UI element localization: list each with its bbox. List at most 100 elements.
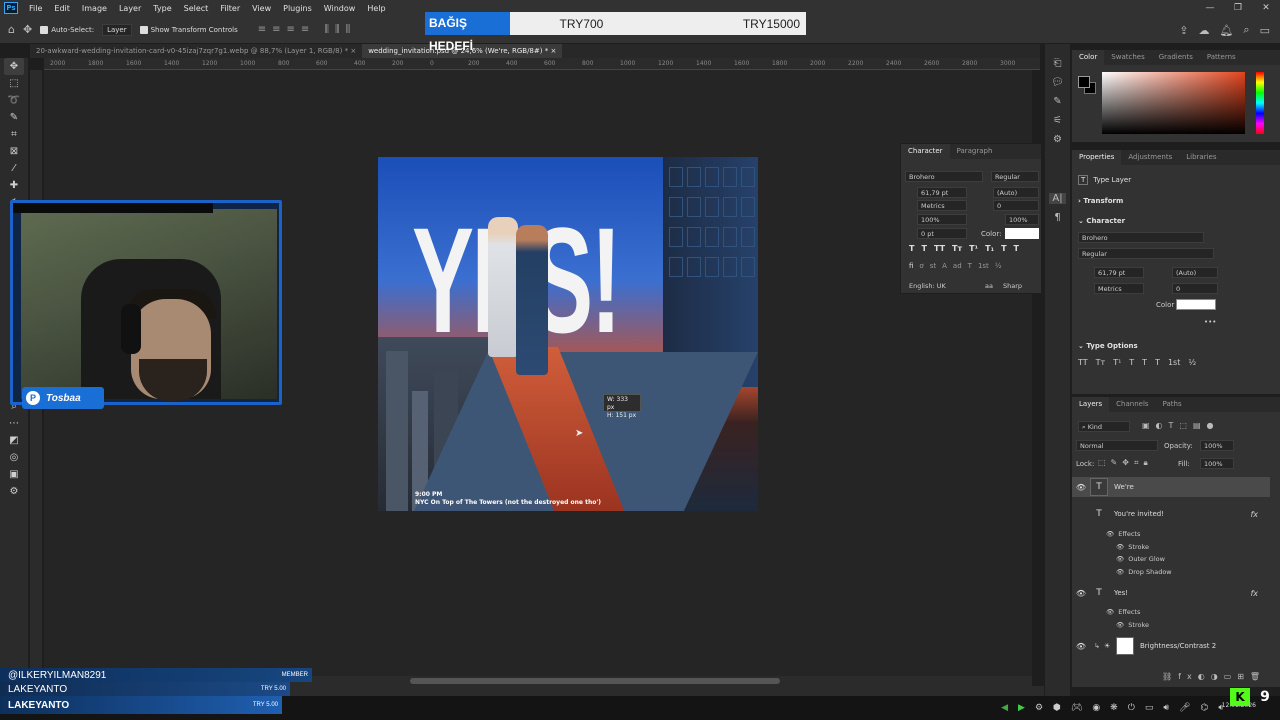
all-caps-button[interactable]: TT [934, 244, 945, 253]
frame-tool-icon[interactable]: ⊠ [4, 143, 24, 160]
kerning-field[interactable]: Metrics [1094, 283, 1144, 294]
tab-patterns[interactable]: Patterns [1200, 50, 1243, 65]
color-swatches-icon[interactable]: ◩ [4, 432, 24, 449]
tray-icon[interactable]: 🎮︎ [1071, 703, 1082, 713]
fx-icon[interactable]: fx [1250, 589, 1258, 598]
menu-window[interactable]: Window [318, 4, 362, 13]
opentype-button[interactable]: st [930, 262, 936, 270]
faux-bold-button[interactable]: T [909, 244, 914, 253]
close-button[interactable]: ✕ [1252, 0, 1280, 16]
antialias-select[interactable]: Sharp [1003, 282, 1022, 290]
tab-adjustments[interactable]: Adjustments [1121, 150, 1179, 165]
character-section[interactable]: ⌄ Character [1078, 217, 1125, 225]
network-icon[interactable]: ▭ [1145, 703, 1154, 713]
tab-channels[interactable]: Channels [1109, 397, 1155, 412]
scroll-thumb[interactable] [410, 678, 780, 684]
menu-file[interactable]: File [23, 4, 48, 13]
ligature-button[interactable]: fi [909, 262, 913, 270]
wifi-icon[interactable]: ⌬ [1200, 703, 1208, 713]
tray-icon[interactable]: ⬢ [1053, 703, 1061, 713]
visibility-eye-icon[interactable]: 👁︎ [1072, 642, 1090, 651]
language-select[interactable]: English: UK [909, 282, 946, 290]
document-canvas[interactable]: YES! 9:00 PM NYC On Top of The Towers (n… [378, 157, 758, 511]
menu-layer[interactable]: Layer [113, 4, 147, 13]
type-option-button[interactable]: ½ [1188, 358, 1196, 367]
text-color-swatch[interactable] [1176, 299, 1216, 310]
home-icon[interactable]: ⌂ [8, 23, 15, 36]
menu-plugins[interactable]: Plugins [277, 4, 318, 13]
search-icon[interactable]: ⌕ [1243, 23, 1249, 37]
paragraph-icon[interactable]: ¶ [1054, 212, 1060, 223]
type-option-button[interactable]: Tт [1096, 358, 1106, 367]
history-icon[interactable]: ⎗ [1054, 58, 1062, 69]
cloud-icon[interactable]: ☁ [1198, 24, 1209, 37]
layer-row-were[interactable]: 👁︎ T We're [1072, 477, 1270, 497]
opentype-button[interactable]: 1st [978, 262, 989, 270]
menu-edit[interactable]: Edit [48, 4, 76, 13]
effect-row[interactable]: 👁︎ Stroke [1116, 543, 1149, 551]
char-size-field[interactable]: 61,79 pt [917, 187, 967, 198]
workspace-icon[interactable]: ▭ [1260, 24, 1270, 37]
layer-row-brightness-contrast[interactable]: 👁︎ ↳ ☀ Brightness/Contrast 2 [1072, 636, 1270, 656]
opentype-button[interactable]: A [942, 262, 947, 270]
lasso-tool-icon[interactable]: ➰ [4, 92, 24, 109]
type-option-button[interactable]: T [1155, 358, 1160, 367]
opentype-button[interactable]: ơ [919, 262, 923, 270]
effect-eye-icon[interactable]: 👁︎ [1116, 555, 1124, 563]
opentype-button[interactable]: ad [953, 262, 962, 270]
char-leading-field[interactable]: (Auto) [993, 187, 1039, 198]
transform-section[interactable]: › Transform [1078, 197, 1123, 205]
tray-icon[interactable]: ◀ [1001, 703, 1008, 713]
fill-field[interactable]: 100% [1200, 458, 1234, 469]
effect-eye-icon[interactable]: 👁︎ [1106, 530, 1114, 538]
type-option-button[interactable]: T¹ [1113, 358, 1121, 367]
layer-row-yes[interactable]: 👁︎ T Yes! fx [1072, 583, 1270, 603]
underline-button[interactable]: T [1001, 244, 1006, 253]
small-caps-button[interactable]: Tт [952, 244, 962, 253]
char-font-select[interactable]: Brohero [905, 171, 983, 182]
effect-row[interactable]: 👁︎ Drop Shadow [1116, 568, 1172, 576]
microphone-icon[interactable]: 🎤︎ [1179, 703, 1190, 713]
char-style-select[interactable]: Regular [991, 171, 1039, 182]
blend-mode-select[interactable]: Normal [1076, 440, 1158, 451]
share-icon[interactable]: ⇪ [1179, 24, 1188, 37]
screen-mode-icon[interactable]: ▣ [4, 466, 24, 483]
options-icon[interactable]: ⚙ [1053, 134, 1062, 145]
type-option-button[interactable]: TT [1078, 358, 1088, 367]
menu-select[interactable]: Select [178, 4, 215, 13]
quick-mask-icon[interactable]: ◎ [4, 449, 24, 466]
tab-layers[interactable]: Layers [1072, 397, 1110, 412]
volume-icon[interactable]: 🔊︎ [1163, 703, 1169, 713]
eyedropper-tool-icon[interactable]: ⁄ [4, 160, 24, 177]
subscript-button[interactable]: T₁ [985, 244, 994, 253]
type-options-section[interactable]: ⌄ Type Options [1078, 342, 1138, 350]
menu-help[interactable]: Help [361, 4, 391, 13]
auto-select-checkbox[interactable]: Auto-Select: [40, 25, 94, 34]
visibility-eye-icon[interactable]: 👁︎ [1072, 589, 1090, 598]
layer-action-icons[interactable]: ⛓fx◐◑▭⊞🗑︎ [1162, 672, 1266, 681]
tray-icon[interactable]: ◉ [1092, 703, 1100, 713]
font-family-select[interactable]: Brohero [1078, 232, 1204, 243]
tab-gradients[interactable]: Gradients [1152, 50, 1200, 65]
opacity-field[interactable]: 100% [1200, 440, 1234, 451]
marquee-tool-icon[interactable]: ⬚ [4, 75, 24, 92]
tray-play-icon[interactable]: ▶ [1018, 703, 1025, 713]
fx-icon[interactable]: fx [1250, 510, 1258, 519]
more-options-icon[interactable]: ••• [1204, 318, 1216, 326]
visibility-eye-icon[interactable]: 👁︎ [1072, 510, 1090, 519]
foreground-color-swatch[interactable] [1078, 76, 1090, 88]
crop-tool-icon[interactable]: ⌗ [4, 126, 24, 143]
comments-icon[interactable]: 💬︎ [1051, 77, 1064, 88]
char-baseline-field[interactable]: 0 pt [917, 228, 967, 239]
menu-view[interactable]: View [246, 4, 277, 13]
lock-icons[interactable]: ⬚✎✥⌗🔒︎ [1098, 458, 1153, 468]
char-hscale-field[interactable]: 100% [1005, 214, 1039, 225]
char-tracking-field[interactable]: 0 [993, 200, 1039, 211]
quick-select-tool-icon[interactable]: ✎ [4, 109, 24, 126]
superscript-button[interactable]: T¹ [969, 244, 978, 253]
font-size-field[interactable]: 61,79 pt [1094, 267, 1144, 278]
effect-row[interactable]: 👁︎ Stroke [1116, 621, 1149, 629]
move-tool-icon[interactable]: ✥ [23, 23, 32, 36]
layer-row-youre-invited[interactable]: 👁︎ T You're invited! fx [1072, 504, 1270, 524]
align-icons[interactable]: ≡≡≡≡ ⫼⫼⫼ [258, 24, 357, 35]
